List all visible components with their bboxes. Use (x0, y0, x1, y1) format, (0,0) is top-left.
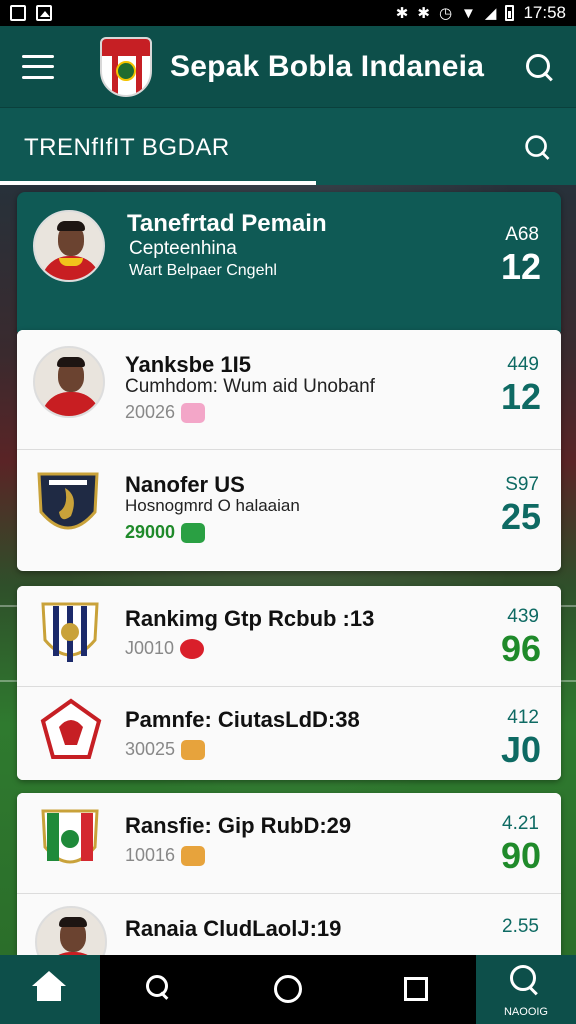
list-item[interactable]: Nanofer US Hosnogmrd O halaaian 29000 S9… (17, 450, 561, 570)
item-stat-label: 4.21 (502, 813, 539, 834)
status-bar: ✱ ✱ ◷ ▼ ◢ 17:58 (0, 0, 576, 26)
club-crest-icon (37, 472, 99, 530)
item-stat-label: 2.55 (502, 916, 539, 937)
list-item[interactable]: Ranaia CludLaolJ:19 2.55 (17, 894, 561, 955)
image-notification-icon (36, 5, 52, 21)
featured-stat-label: A68 (505, 224, 539, 245)
club-logo (100, 36, 152, 97)
club-crest-icon (40, 698, 102, 759)
list-item[interactable]: Pamnfe: CiutasLdD:38 30025 412 J0 (17, 687, 561, 780)
list-group: Ransfie: Gip RubD:29 10016 4.21 90 Ranai… (17, 793, 561, 955)
player-avatar (33, 210, 105, 282)
tab-indicator (0, 181, 316, 185)
item-meta: 10016 (125, 845, 206, 866)
item-title: Yanksbe 1I5 (125, 352, 251, 377)
item-meta-value: 10016 (125, 845, 176, 865)
flower-badge-icon (181, 402, 206, 423)
bottom-navigation: NAOOIG (0, 955, 576, 1024)
notification-icon (10, 5, 26, 21)
heart-badge-icon (180, 638, 205, 659)
app-title: Sepak Bobla Indaneia (170, 49, 485, 83)
item-meta-value: J0010 (125, 638, 175, 658)
star-badge-icon (181, 739, 206, 760)
item-subtitle: Hosnogmrd O halaaian (125, 496, 300, 515)
list-item[interactable]: Yanksbe 1I5 Cumhdom: Wum aid Unobanf 200… (17, 330, 561, 450)
app-bar: Sepak Bobla Indaneia (0, 26, 576, 108)
status-time: 17:58 (523, 3, 566, 22)
featured-stat-value: 12 (500, 246, 541, 287)
item-stat-label: S97 (505, 474, 539, 495)
list-group: Rankimg Gtp Rcbub :13 J0010 439 96 Pamnf… (17, 586, 561, 780)
item-stat-value: 12 (500, 376, 541, 417)
item-meta-value: 29000 (125, 522, 176, 542)
nav-home-button[interactable] (0, 955, 100, 1024)
item-meta: 29000 (125, 522, 206, 543)
item-meta: J0010 (125, 638, 205, 659)
item-title: Pamnfe: CiutasLdD:38 (125, 707, 360, 732)
featured-card[interactable]: Tanefrtad Pemain Cepteenhina Wart Belpae… (17, 192, 561, 332)
featured-subtitle: Cepteenhina (129, 238, 237, 259)
green-ticket-icon (181, 522, 206, 543)
home-circle-icon[interactable] (274, 975, 302, 1003)
nav-search-button[interactable]: NAOOIG (476, 955, 576, 1024)
club-crest-icon (41, 809, 99, 864)
recents-square-icon[interactable] (404, 977, 428, 1001)
item-meta-value: 20026 (125, 402, 176, 422)
list-item[interactable]: Rankimg Gtp Rcbub :13 J0010 439 96 (17, 586, 561, 687)
item-stat-label: 449 (507, 354, 539, 375)
search-icon (510, 965, 540, 995)
search-icon[interactable] (146, 975, 170, 999)
list-item[interactable]: Ransfie: Gip RubD:29 10016 4.21 90 (17, 793, 561, 894)
item-stat-value: 25 (500, 496, 541, 537)
player-avatar (33, 346, 105, 418)
featured-detail: Wart Belpaer Cngehl (129, 262, 277, 279)
club-crest-icon (41, 602, 99, 662)
nav-search-label: NAOOIG (503, 1006, 548, 1018)
menu-icon[interactable] (22, 54, 54, 79)
vibrate-icon: ✱ (417, 5, 430, 22)
search-icon[interactable] (524, 134, 551, 161)
featured-title: Tanefrtad Pemain (127, 210, 327, 237)
alarm-icon: ◷ (438, 5, 453, 22)
star-badge-icon (181, 845, 206, 866)
item-stat-value: 96 (500, 628, 541, 669)
tab-bar: TRENfIfIT BGDAR (0, 108, 576, 185)
item-title: Ransfie: Gip RubD:29 (125, 813, 352, 838)
battery-icon (505, 5, 515, 21)
signal-icon: ◢ (484, 5, 497, 22)
item-title: Rankimg Gtp Rcbub :13 (125, 606, 375, 631)
item-meta-value: 30025 (125, 739, 176, 759)
item-stat-value: J0 (500, 729, 541, 770)
item-stat-label: 439 (507, 606, 539, 627)
item-title: Nanofer US (125, 472, 245, 497)
player-avatar (35, 906, 107, 955)
item-title: Ranaia CludLaolJ:19 (125, 916, 342, 941)
bluetooth-icon: ✱ (395, 5, 409, 22)
tab-trending[interactable]: TRENfIfIT BGDAR (24, 134, 230, 162)
search-icon[interactable] (524, 52, 554, 82)
wifi-icon: ▼ (461, 4, 476, 22)
item-meta: 30025 (125, 739, 206, 760)
item-meta: 20026 (125, 402, 206, 423)
item-stat-value: 90 (500, 835, 541, 876)
item-subtitle: Cumhdom: Wum aid Unobanf (125, 376, 375, 397)
home-icon (32, 971, 66, 1005)
item-stat-label: 412 (507, 707, 539, 728)
list-group: Yanksbe 1I5 Cumhdom: Wum aid Unobanf 200… (17, 330, 561, 571)
